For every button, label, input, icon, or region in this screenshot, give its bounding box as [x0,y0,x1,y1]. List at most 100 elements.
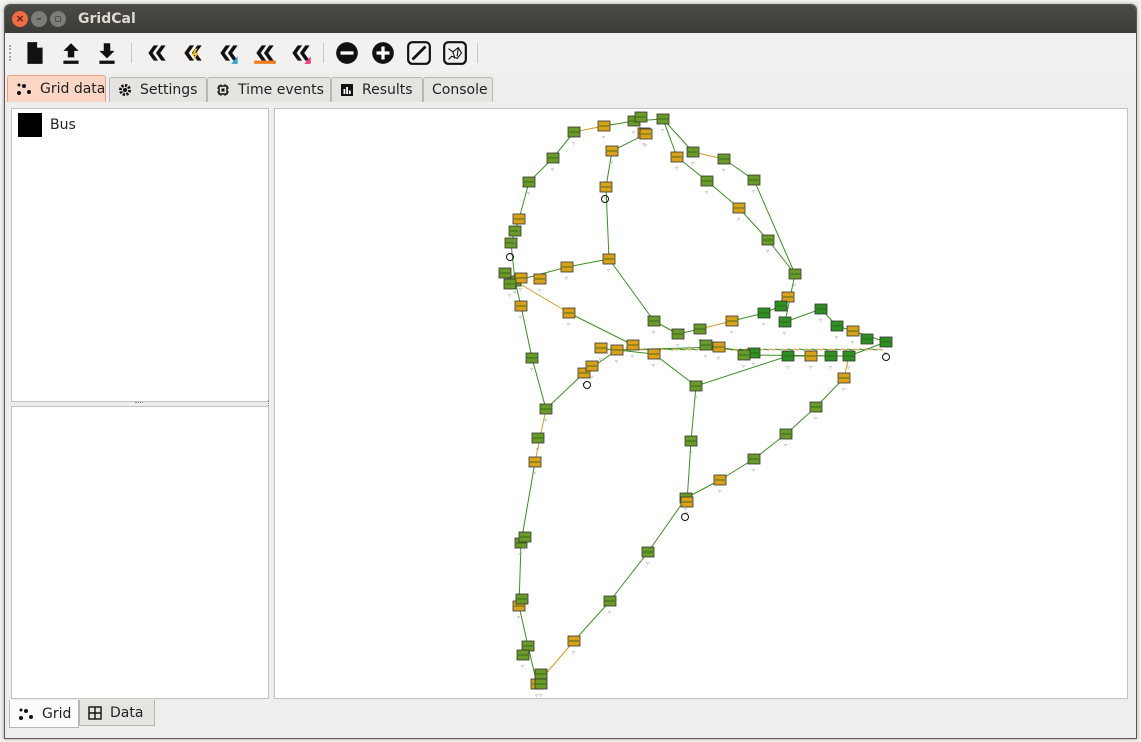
bus-node[interactable]: ▿ [528,456,542,477]
branch-line[interactable] [510,242,516,282]
tab-data[interactable]: Data [79,700,155,726]
branch-line[interactable] [846,348,854,351]
bus-node[interactable]: ▿ [603,595,617,616]
new-file-button[interactable] [21,39,49,67]
branch-line[interactable] [660,348,668,351]
bus-node[interactable]: ▿ [837,372,851,393]
branch-line[interactable] [870,348,878,351]
maximize-window-button[interactable]: ▫ [50,11,66,27]
voltage-stability-button[interactable] [215,39,243,67]
zoom-in-button[interactable] [369,39,397,67]
save-file-button[interactable] [93,39,121,67]
bus-node[interactable]: ▿ [747,174,761,195]
bus-node[interactable]: ▿ [830,320,844,341]
branch-line[interactable] [828,348,836,351]
bus-node[interactable]: ▿ [626,339,640,360]
draw-line-button[interactable] [405,39,433,67]
bus-node[interactable]: ▿ [605,145,619,166]
bus-node[interactable]: ▿ [684,435,698,456]
bus-node[interactable]: ▿ [516,649,530,670]
branch-line[interactable] [840,348,848,351]
bus-node[interactable]: ▿ [842,350,856,371]
branch-line[interactable] [804,348,812,351]
bus-node[interactable]: ▿ [686,146,700,167]
power-flow-button[interactable] [143,39,171,67]
branch-line[interactable] [792,348,800,351]
bus-node[interactable]: ▿ [699,339,713,360]
branch-line[interactable] [662,118,678,158]
branch-line[interactable] [834,348,842,351]
bus-node[interactable]: ▿ [610,344,624,365]
bus-node[interactable]: ▿ [525,352,539,373]
branch-line[interactable] [768,348,776,351]
branch-line[interactable] [798,348,806,351]
bus-node[interactable]: ▿ [531,432,545,453]
branch-line[interactable] [762,348,770,351]
bus-node[interactable]: ▿ [522,176,536,197]
bus-node[interactable]: ▿ [788,268,802,289]
bus-node[interactable]: ▿ [712,341,726,362]
branch-line[interactable] [520,305,533,359]
branch-line[interactable] [690,348,698,351]
bus-node[interactable]: ▿ [689,380,703,401]
bus-node[interactable]: ▿ [670,151,684,172]
toolbar-grip[interactable] [9,45,13,61]
branch-line[interactable] [852,348,860,351]
branch-line[interactable] [822,348,830,351]
bus-node[interactable]: ▿ [562,307,576,328]
bus-node[interactable]: ▿ [647,348,661,369]
branch-line[interactable] [684,348,692,351]
bus-node[interactable]: ▿ [824,350,838,371]
bus-node[interactable]: ▿ [757,307,771,328]
bus-node[interactable]: ▿ [503,278,517,299]
branch-line[interactable] [876,348,884,351]
tab-grid-data[interactable]: Grid data [7,75,106,102]
bus-node[interactable]: ▿ [761,234,775,255]
vertical-splitter-handle[interactable] [135,402,143,405]
bus-node[interactable]: ▿ [560,261,574,282]
bus-node[interactable]: ▿ [671,328,685,349]
branch-line[interactable] [695,355,789,387]
grid-diagram[interactable]: ▿ ▿ ▿ ▿ ▿ ▿ ▿ ▿ ▿ ▿ ▿ ▿ ▿ ▿ ▿ ▿ ▿ ▿ ▿ ▿ ▿ ▿ ▿ ▿ ▿ ▿ ▿ ▿ ▿ ▿ ▿ ▿ ▿ ▿ ▿ ▿ ▿ ▿ ▿ ▿… [275,109,1127,699]
bus-node[interactable]: ▿ [700,175,714,196]
bus-node[interactable]: ▿ [546,152,560,173]
bus-node[interactable]: ▿ [781,350,795,371]
legend-item-bus[interactable]: Bus [18,113,76,137]
branch-line[interactable] [774,348,782,351]
branch-line[interactable] [518,181,530,220]
branch-line[interactable] [666,348,674,351]
bus-node[interactable]: ▿ [809,401,823,422]
bus-node[interactable]: ▿ [779,428,793,449]
branch-line[interactable] [810,348,818,351]
tab-time-events[interactable]: Time events [207,77,331,102]
bus-node[interactable]: ▿ [533,273,547,294]
tab-settings[interactable]: Settings [109,77,207,102]
bus-node[interactable]: ▿ [647,315,661,336]
open-file-button[interactable] [57,39,85,67]
bus-node[interactable]: ▿ [597,120,611,141]
bus-node[interactable]: ▿ [804,350,818,371]
tab-results[interactable]: Results [331,77,423,102]
bus-node[interactable]: ▿ [567,635,581,656]
monte-carlo-button[interactable] [287,39,315,67]
grid-canvas[interactable]: ▿ ▿ ▿ ▿ ▿ ▿ ▿ ▿ ▿ ▿ ▿ ▿ ▿ ▿ ▿ ▿ ▿ ▿ ▿ ▿ ▿ ▿ ▿ ▿ ▿ ▿ ▿ ▿ ▿ ▿ ▿ ▿ ▿ ▿ ▿ ▿ ▿ ▿ ▿ ▿… [274,108,1128,699]
branch-line[interactable] [780,348,788,351]
zoom-out-button[interactable] [333,39,361,67]
branch-line[interactable] [672,348,680,351]
tab-console[interactable]: Console [423,77,493,102]
bus-node[interactable]: ▿ [713,474,727,495]
short-circuit-button[interactable] [179,39,207,67]
map-layout-button[interactable] [441,39,469,67]
tab-grid[interactable]: Grid [9,700,79,728]
bus-node[interactable]: ▿ [717,153,731,174]
bus-node[interactable]: ▿ [602,253,616,274]
branch-line[interactable] [568,312,634,346]
branch-line[interactable] [608,258,655,322]
minimize-window-button[interactable]: – [31,11,47,27]
bus-node[interactable]: ▿ [737,349,751,370]
bus-node[interactable]: ▿ [846,325,860,346]
branch-line[interactable] [678,348,686,351]
bus-node[interactable]: ▿ [641,546,655,567]
branch-line[interactable] [816,348,824,351]
branch-line[interactable] [531,357,547,410]
